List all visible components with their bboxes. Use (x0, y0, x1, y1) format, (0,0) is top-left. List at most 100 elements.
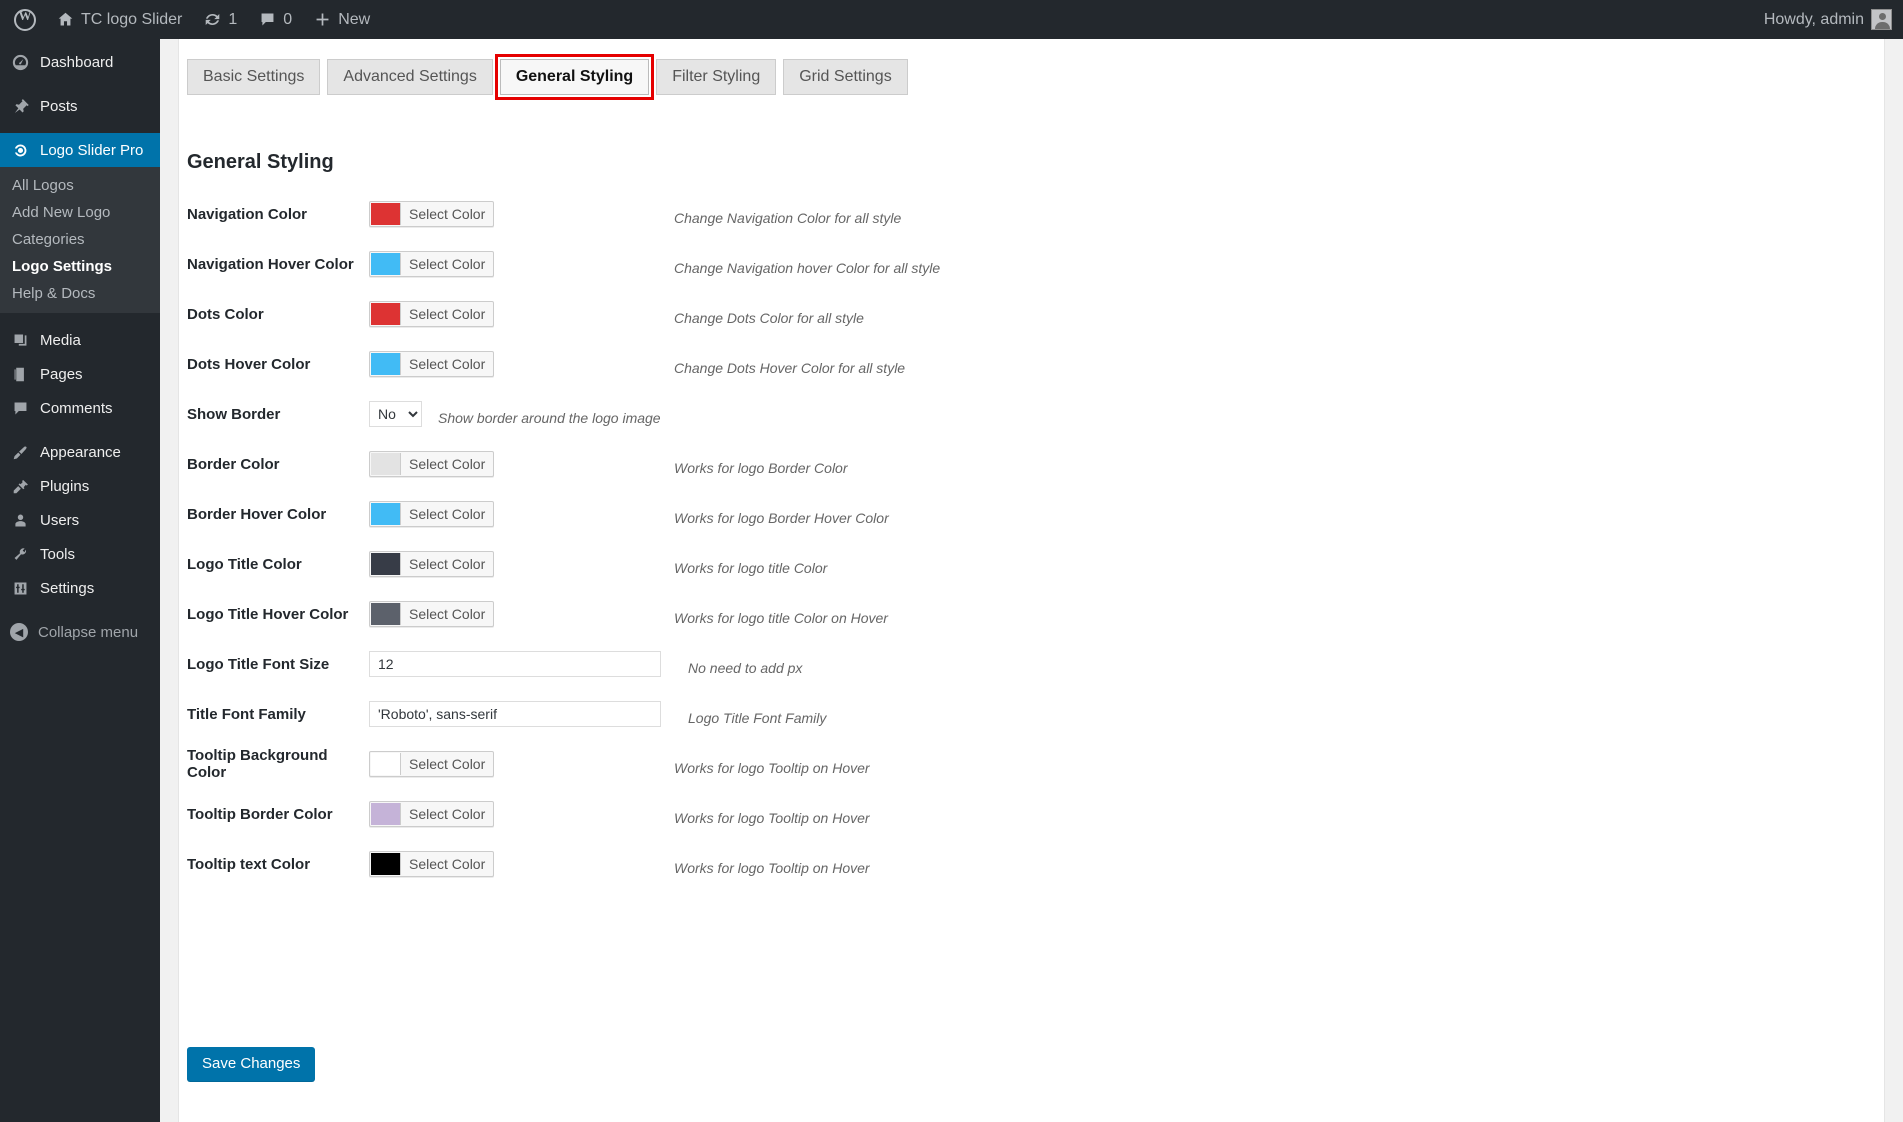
dashboard-icon (10, 54, 30, 71)
sidebar-item-label: Pages (40, 365, 83, 383)
color-picker-logo-title-color[interactable]: Select Color (369, 551, 495, 577)
title-font-family-input[interactable] (369, 701, 661, 727)
color-picker-tooltip-text-color[interactable]: Select Color (369, 851, 495, 877)
logo-title-font-size-input[interactable] (369, 651, 661, 677)
row-description: Works for logo title Color (674, 560, 828, 576)
form-row-show-border: Show Border No Yes Show border around th… (179, 389, 1779, 439)
sidebar-item-dashboard[interactable]: Dashboard (0, 45, 160, 79)
form-row-title-font-family: Title Font Family Logo Title Font Family (179, 689, 1779, 739)
row-label: Dots Hover Color (187, 355, 311, 373)
form-row-navigation-color: Navigation Color Select Color Change Nav… (179, 189, 1779, 239)
appearance-brush-icon (10, 444, 30, 461)
tab-grid-settings[interactable]: Grid Settings (783, 59, 908, 96)
page-title: General Styling (187, 151, 334, 173)
sidebar-item-plugins[interactable]: Plugins (0, 469, 160, 503)
sidebar-item-users[interactable]: Users (0, 503, 160, 537)
logo-slider-icon (10, 142, 30, 159)
row-label: Dots Color (187, 305, 264, 323)
main-content: Basic Settings Advanced Settings General… (160, 39, 1903, 1122)
sidebar-item-settings[interactable]: Settings (0, 571, 160, 605)
tab-filter-styling[interactable]: Filter Styling (656, 59, 777, 96)
show-border-select[interactable]: No Yes (369, 401, 422, 427)
media-icon (10, 332, 30, 349)
select-color-label: Select Color (409, 606, 486, 622)
color-picker-border-color[interactable]: Select Color (369, 451, 495, 477)
updates-button[interactable]: 1 (193, 0, 248, 39)
color-picker-tooltip-border-color[interactable]: Select Color (369, 801, 495, 827)
form-row-dots-color: Dots Color Select Color Change Dots Colo… (179, 289, 1779, 339)
settings-tabs: Basic Settings Advanced Settings General… (187, 54, 908, 101)
select-color-label: Select Color (409, 556, 486, 572)
general-styling-form: Navigation Color Select Color Change Nav… (179, 189, 1779, 889)
color-picker-navigation-color[interactable]: Select Color (369, 201, 495, 227)
form-row-tooltip-text-color: Tooltip text Color Select Color Works fo… (179, 839, 1779, 889)
form-row-tooltip-background-color: Tooltip Background Color Select Color Wo… (179, 739, 1779, 789)
collapse-menu-button[interactable]: ◀ Collapse menu (0, 615, 160, 649)
row-label: Navigation Hover Color (187, 255, 354, 273)
tab-basic-settings[interactable]: Basic Settings (187, 59, 321, 96)
color-swatch (371, 853, 401, 875)
sidebar-item-pages[interactable]: Pages (0, 357, 160, 391)
color-picker-tooltip-background-color[interactable]: Select Color (369, 751, 495, 777)
color-swatch (371, 203, 401, 225)
row-label: Border Hover Color (187, 505, 327, 523)
sidebar-subitem-categories[interactable]: Categories (0, 226, 160, 253)
sidebar-subitem-help-docs[interactable]: Help & Docs (0, 280, 160, 307)
plus-icon (314, 11, 331, 28)
sidebar-item-label: Appearance (40, 443, 121, 461)
row-label: Tooltip text Color (187, 855, 311, 873)
row-description: Logo Title Font Family (688, 710, 827, 726)
tools-wrench-icon (10, 546, 30, 563)
sidebar-subitem-logo-settings[interactable]: Logo Settings (0, 253, 160, 280)
color-swatch (371, 603, 401, 625)
settings-panel: Basic Settings Advanced Settings General… (178, 39, 1885, 1122)
color-picker-navigation-hover-color[interactable]: Select Color (369, 251, 495, 277)
row-description: Works for logo Tooltip on Hover (674, 760, 870, 776)
sidebar-item-media[interactable]: Media (0, 323, 160, 357)
save-changes-button[interactable]: Save Changes (187, 1047, 316, 1081)
row-label: Logo Title Hover Color (187, 605, 349, 623)
sidebar-item-label: Media (40, 331, 81, 349)
sidebar-divider (0, 313, 160, 323)
sidebar-item-label: Dashboard (40, 53, 114, 71)
admin-sidebar: Dashboard Posts Logo Slider Pro All Logo… (0, 39, 168, 1122)
my-account-button[interactable]: Howdy, admin (1753, 0, 1903, 39)
row-description: Change Dots Color for all style (674, 310, 864, 326)
sidebar-subitem-all-logos[interactable]: All Logos (0, 172, 160, 199)
new-content-button[interactable]: New (303, 0, 381, 39)
select-color-label: Select Color (409, 456, 486, 472)
howdy-label: Howdy, admin (1763, 10, 1864, 28)
wordpress-logo-button[interactable] (0, 0, 46, 39)
site-name-label: TC logo Slider (81, 10, 183, 28)
sidebar-item-appearance[interactable]: Appearance (0, 435, 160, 469)
updates-icon (204, 11, 221, 28)
row-description: Works for logo title Color on Hover (674, 610, 888, 626)
sidebar-item-logo-slider-pro[interactable]: Logo Slider Pro (0, 133, 168, 167)
sidebar-item-posts[interactable]: Posts (0, 89, 160, 123)
color-picker-dots-color[interactable]: Select Color (369, 301, 495, 327)
select-color-label: Select Color (409, 206, 486, 222)
select-color-label: Select Color (409, 256, 486, 272)
color-picker-dots-hover-color[interactable]: Select Color (369, 351, 495, 377)
comments-button[interactable]: 0 (248, 0, 303, 39)
tab-advanced-settings[interactable]: Advanced Settings (327, 59, 493, 96)
sidebar-subitem-add-new-logo[interactable]: Add New Logo (0, 199, 160, 226)
color-swatch (371, 353, 401, 375)
chevron-left-icon: ◀ (10, 623, 28, 641)
sidebar-divider (0, 425, 160, 435)
row-label: Tooltip Border Color (187, 805, 333, 823)
row-description: Change Navigation Color for all style (674, 210, 902, 226)
settings-sliders-icon (10, 580, 30, 597)
row-description: Works for logo Tooltip on Hover (674, 810, 870, 826)
color-picker-border-hover-color[interactable]: Select Color (369, 501, 495, 527)
tab-general-styling[interactable]: General Styling (499, 59, 650, 96)
form-row-border-hover-color: Border Hover Color Select Color Works fo… (179, 489, 1779, 539)
form-row-tooltip-border-color: Tooltip Border Color Select Color Works … (179, 789, 1779, 839)
updates-count: 1 (228, 10, 238, 28)
site-name-button[interactable]: TC logo Slider (46, 0, 193, 39)
color-swatch (371, 803, 401, 825)
sidebar-item-tools[interactable]: Tools (0, 537, 160, 571)
sidebar-item-comments[interactable]: Comments (0, 391, 160, 425)
color-picker-logo-title-hover-color[interactable]: Select Color (369, 601, 495, 627)
sidebar-divider (0, 123, 160, 133)
